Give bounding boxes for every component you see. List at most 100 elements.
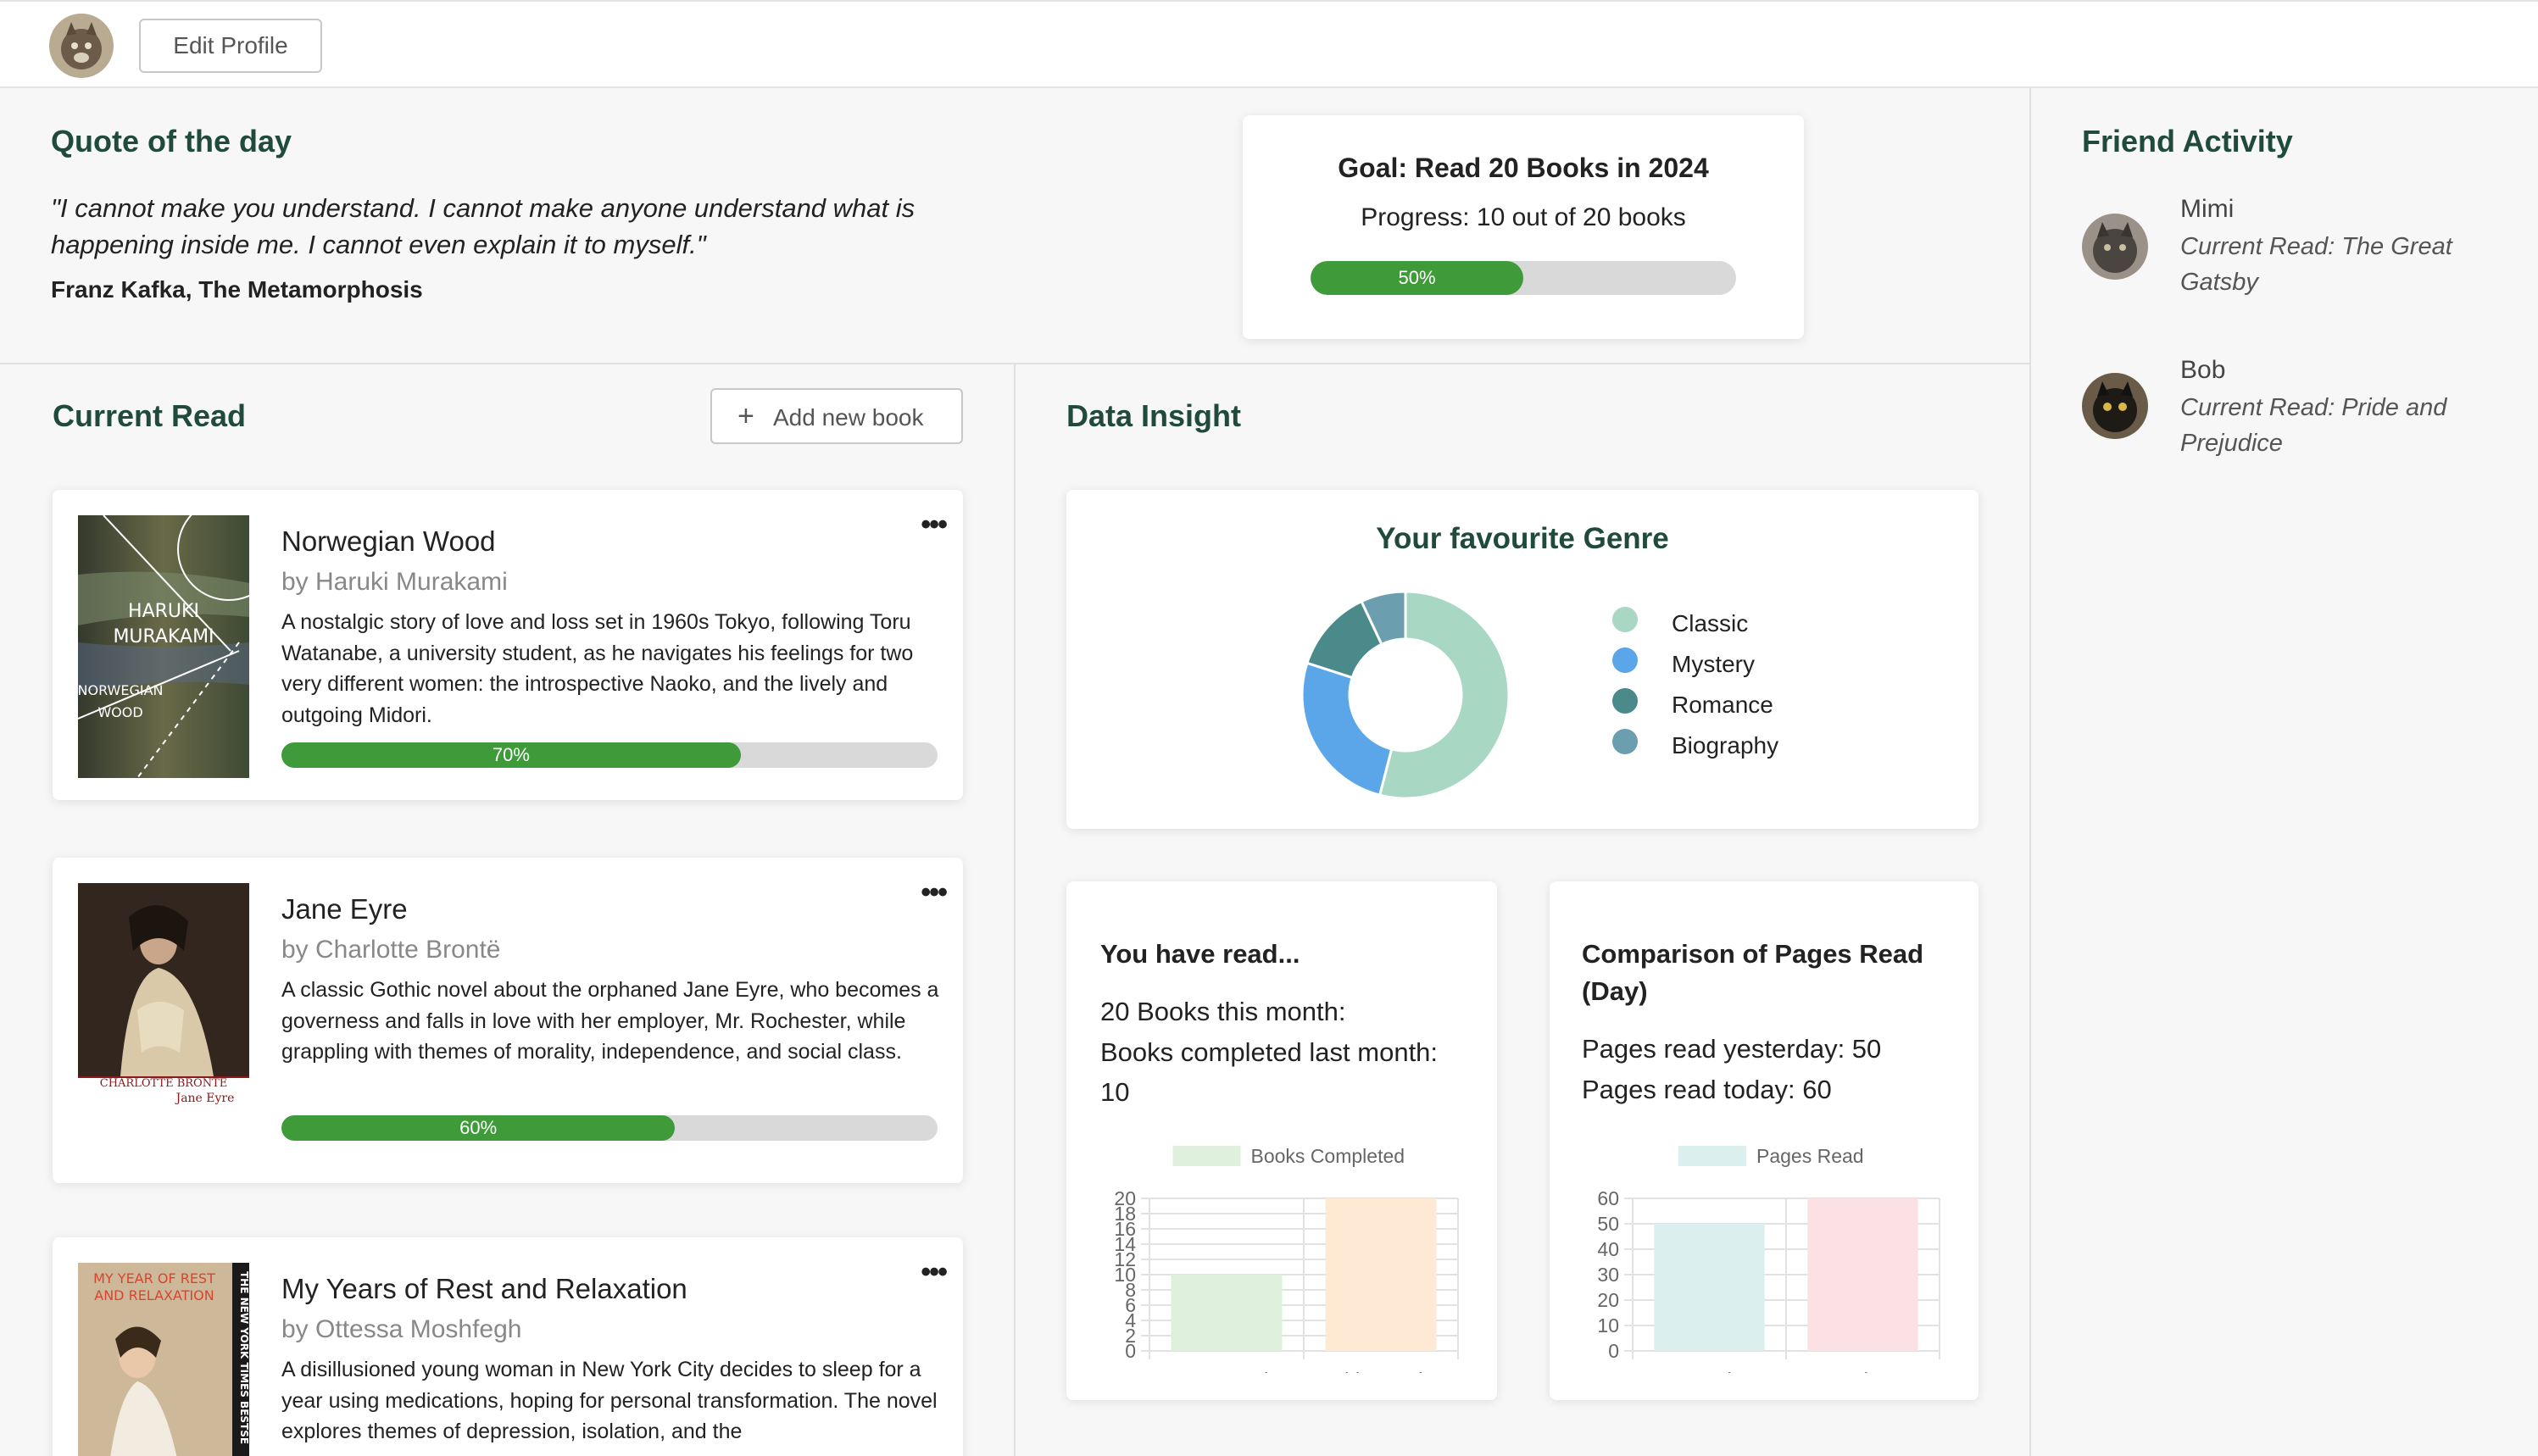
legend-label[interactable]: Mystery xyxy=(1672,651,1755,678)
y-tick-label: 40 xyxy=(1597,1238,1619,1260)
plus-icon: + xyxy=(737,400,754,432)
legend-swatch xyxy=(1612,607,1638,632)
friend-name[interactable]: Bob xyxy=(2180,356,2225,385)
cat-avatar-icon xyxy=(2082,373,2148,439)
friend-avatar-mimi[interactable] xyxy=(2082,214,2148,280)
book-progress-fill: 70% xyxy=(281,742,741,768)
cat-avatar-icon xyxy=(49,14,114,78)
x-tick-label: This Month xyxy=(1333,1369,1429,1373)
current-read-heading: Current Read xyxy=(53,398,247,433)
favourite-genre-card: Your favourite Genre Classic Mystery Roman… xyxy=(1066,490,1979,829)
add-new-book-label: Add new book xyxy=(773,404,924,431)
pages-today: Pages read today: 60 xyxy=(1582,1075,1832,1104)
more-options-icon[interactable]: ••• xyxy=(921,508,948,542)
cover-text: Jane Eyre xyxy=(175,1092,235,1105)
right-column-divider xyxy=(2029,88,2031,1456)
friend-current-read: Current Read: The Great Gatsby xyxy=(2180,233,2452,296)
book-description: A classic Gothic novel about the orphane… xyxy=(281,978,939,1064)
x-tick-label: Today xyxy=(1837,1369,1890,1373)
more-options-icon[interactable]: ••• xyxy=(921,876,948,909)
data-insight-heading: Data Insight xyxy=(1066,398,1242,433)
bar-this-month xyxy=(1325,1198,1437,1351)
book-progress-bar: 70% xyxy=(281,742,938,768)
cat-avatar-icon xyxy=(2082,214,2148,280)
y-tick-label: 30 xyxy=(1597,1264,1619,1286)
friend-activity-heading: Friend Activity xyxy=(2082,124,2293,158)
chart-legend-swatch xyxy=(1172,1146,1241,1166)
books-read-card: You have read... 20 Books this month: Bo… xyxy=(1066,881,1497,1400)
cover-text: MY YEAR OF REST xyxy=(93,1270,215,1287)
friend-current-read: Current Read: Pride and Prejudice xyxy=(2180,394,2447,457)
legend-swatch xyxy=(1612,688,1638,714)
chart-legend-label: Books Completed xyxy=(1251,1145,1405,1167)
friend-name[interactable]: Mimi xyxy=(2180,195,2234,224)
book-author: by Haruki Murakami xyxy=(281,568,508,596)
y-tick-label: 50 xyxy=(1597,1213,1619,1235)
cover-text: MURAKAMI xyxy=(113,626,214,647)
book-cover-jane-eyre: CHARLOTTE BRONTË Jane Eyre xyxy=(78,883,249,1163)
quote-section-divider xyxy=(0,363,2031,364)
book-cover-norwegian-wood: HARUKI MURAKAMI NORWEGIAN WOOD xyxy=(78,515,249,778)
chart-legend-label: Pages Read xyxy=(1756,1145,1864,1167)
bar-yesterday xyxy=(1654,1224,1765,1351)
book-author: by Ottessa Moshfegh xyxy=(281,1315,522,1343)
friend-avatar-bob[interactable] xyxy=(2082,373,2148,439)
books-this-month: 20 Books this month: xyxy=(1100,997,1346,1026)
cover-text: THE NEW YORK TIMES BESTSE xyxy=(238,1271,249,1444)
book-card-rest-relaxation[interactable]: THE NEW YORK TIMES BESTSE MY YEAR OF RES… xyxy=(53,1237,963,1456)
pages-read-card: Comparison of Pages Read (Day) Pages rea… xyxy=(1550,881,1979,1400)
top-bar: Edit Profile xyxy=(0,0,2538,88)
bar-today xyxy=(1807,1198,1918,1351)
more-options-icon[interactable]: ••• xyxy=(921,1256,948,1289)
user-avatar[interactable] xyxy=(49,14,114,78)
add-new-book-button[interactable]: + Add new book xyxy=(710,388,963,444)
goal-title: Goal: Read 20 Books in 2024 xyxy=(1338,153,1709,183)
book-progress-label: 70% xyxy=(492,744,530,765)
genre-donut-chart xyxy=(1300,590,1511,800)
book-card-jane-eyre[interactable]: CHARLOTTE BRONTË Jane Eyre Jane Eyre by … xyxy=(53,858,963,1183)
edit-profile-button[interactable]: Edit Profile xyxy=(139,19,322,73)
pages-read-title: Comparison of Pages Read (Day) xyxy=(1582,939,1924,1006)
pages-read-bar-chart: Pages Read 0 10 20 30 40 50 60 Yesterday Today xyxy=(1597,1145,1940,1373)
book-progress-bar: 60% xyxy=(281,1115,938,1141)
middle-column-divider xyxy=(1014,364,1016,1456)
y-tick-label: 10 xyxy=(1597,1314,1619,1337)
cover-text: NORWEGIAN xyxy=(78,682,164,698)
book-description: A disillusioned young woman in New York … xyxy=(281,1358,938,1443)
legend-swatch xyxy=(1612,647,1638,673)
books-last-month: Books completed last month: 10 xyxy=(1100,1037,1439,1107)
book-description: A nostalgic story of love and loss set i… xyxy=(281,610,914,727)
reading-goal-card: Goal: Read 20 Books in 2024 Progress: 10… xyxy=(1243,115,1804,339)
cover-text: AND RELAXATION xyxy=(94,1287,214,1303)
goal-progress-label: 50% xyxy=(1398,267,1436,288)
chart-legend-swatch xyxy=(1678,1146,1746,1166)
y-tick-label: 0 xyxy=(1608,1340,1619,1362)
donut-slice-mystery[interactable] xyxy=(1300,661,1394,797)
legend-swatch xyxy=(1612,729,1638,754)
goal-progress-text: Progress: 10 out of 20 books xyxy=(1361,203,1686,231)
goal-progress-bar: 50% xyxy=(1311,261,1736,295)
y-tick-label: 20 xyxy=(1597,1289,1619,1311)
book-title: Jane Eyre xyxy=(281,893,408,925)
books-completed-bar-chart: Books Completed02468101214161820Last Mon… xyxy=(1114,1145,1459,1373)
y-tick-label: 60 xyxy=(1597,1187,1619,1209)
book-progress-label: 60% xyxy=(459,1117,498,1138)
books-read-title: You have read... xyxy=(1100,939,1300,969)
cover-text: HARUKI xyxy=(128,601,199,622)
y-tick-label: 20 xyxy=(1114,1187,1136,1209)
quote-text: "I cannot make you understand. I cannot … xyxy=(51,193,916,259)
legend-label[interactable]: Classic xyxy=(1672,610,1748,637)
legend-label[interactable]: Romance xyxy=(1672,692,1773,719)
book-title: Norwegian Wood xyxy=(281,525,496,557)
cover-text: CHARLOTTE BRONTË xyxy=(100,1075,228,1090)
book-progress-fill: 60% xyxy=(281,1115,676,1141)
pages-yesterday: Pages read yesterday: 50 xyxy=(1582,1034,1882,1064)
bar-last-month xyxy=(1171,1275,1283,1351)
book-title: My Years of Rest and Relaxation xyxy=(281,1273,687,1304)
x-tick-label: Yesterday xyxy=(1667,1369,1753,1373)
genre-chart-title: Your favourite Genre xyxy=(1376,522,1669,555)
legend-label[interactable]: Biography xyxy=(1672,732,1778,759)
quote-heading: Quote of the day xyxy=(51,124,292,158)
book-card-norwegian-wood[interactable]: HARUKI MURAKAMI NORWEGIAN WOOD Norwegian… xyxy=(53,490,963,800)
x-tick-label: Last Month xyxy=(1178,1369,1275,1373)
